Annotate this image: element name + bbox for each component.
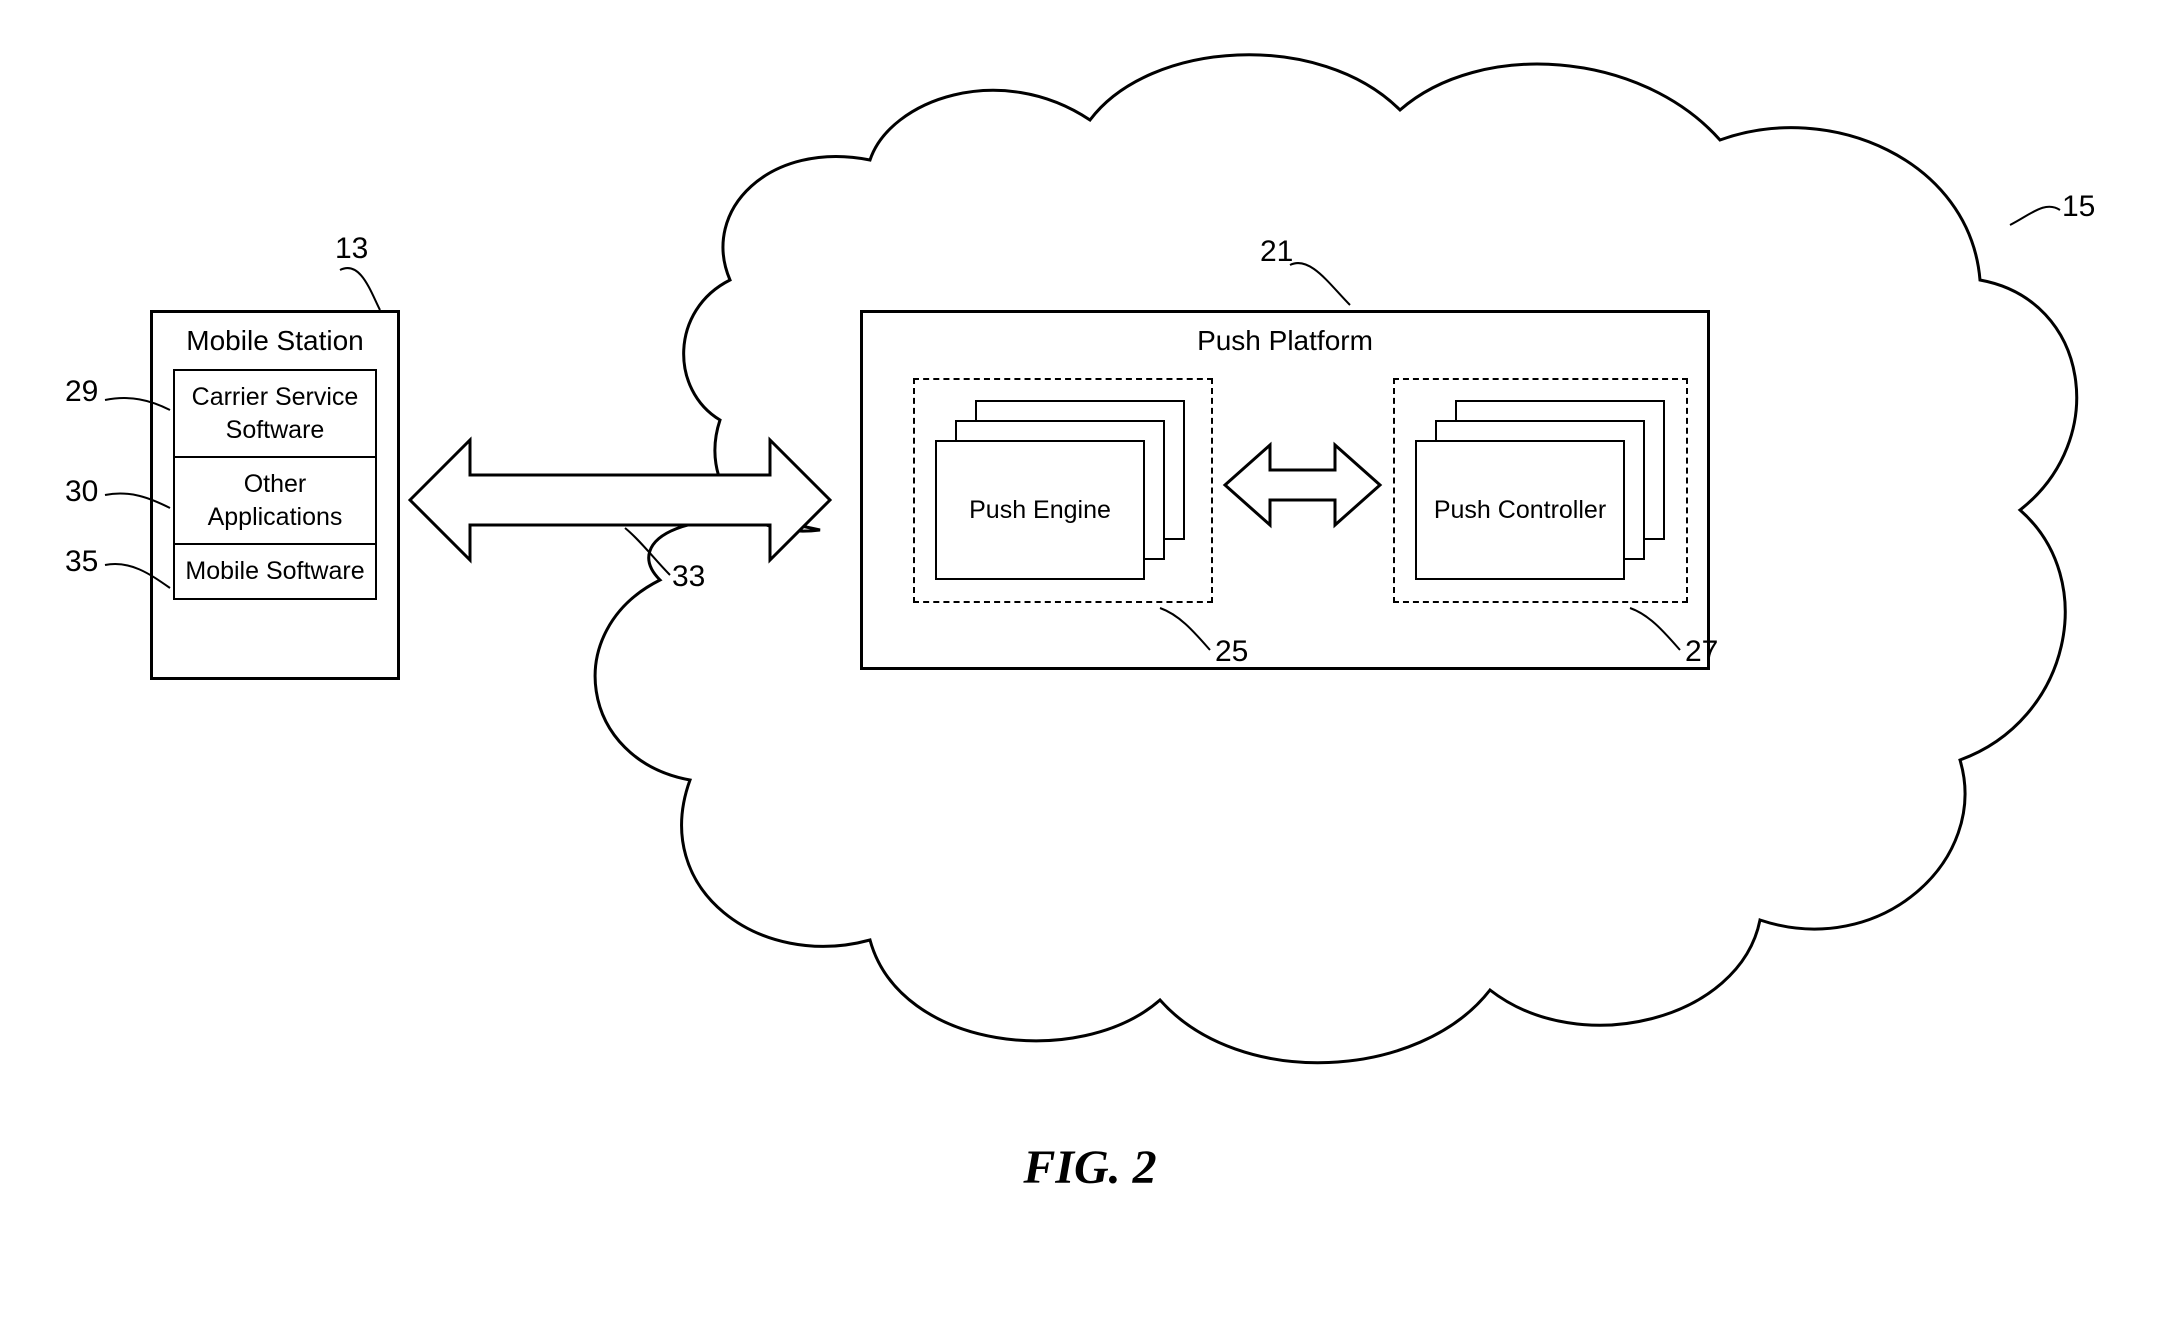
mobile-station-box: Mobile Station Carrier Service Software …: [150, 310, 400, 680]
push-engine-group: Push Engine: [913, 378, 1213, 603]
ref-13: 13: [335, 232, 368, 266]
ref-30: 30: [65, 475, 98, 509]
carrier-service-software: Carrier Service Software: [175, 371, 375, 458]
push-controller-group: Push Controller: [1393, 378, 1688, 603]
ref-33: 33: [672, 560, 705, 594]
ref-21: 21: [1260, 235, 1293, 269]
ref-25: 25: [1215, 635, 1248, 669]
push-platform-box: Push Platform Push Engine Push Controlle…: [860, 310, 1710, 670]
mobile-inner-container: Carrier Service Software Other Applicati…: [173, 369, 377, 600]
main-double-arrow: [410, 440, 830, 560]
ref-35: 35: [65, 545, 98, 579]
push-controller-label: Push Controller: [1415, 440, 1625, 580]
mobile-station-title: Mobile Station: [153, 313, 397, 369]
other-applications: Other Applications: [175, 458, 375, 545]
push-platform-title: Push Platform: [863, 313, 1707, 369]
ref-29: 29: [65, 375, 98, 409]
ref-15: 15: [2062, 190, 2095, 224]
push-engine-label: Push Engine: [935, 440, 1145, 580]
mobile-software: Mobile Software: [175, 545, 375, 598]
figure-caption: FIG. 2: [0, 1140, 2180, 1195]
ref-27: 27: [1685, 635, 1718, 669]
